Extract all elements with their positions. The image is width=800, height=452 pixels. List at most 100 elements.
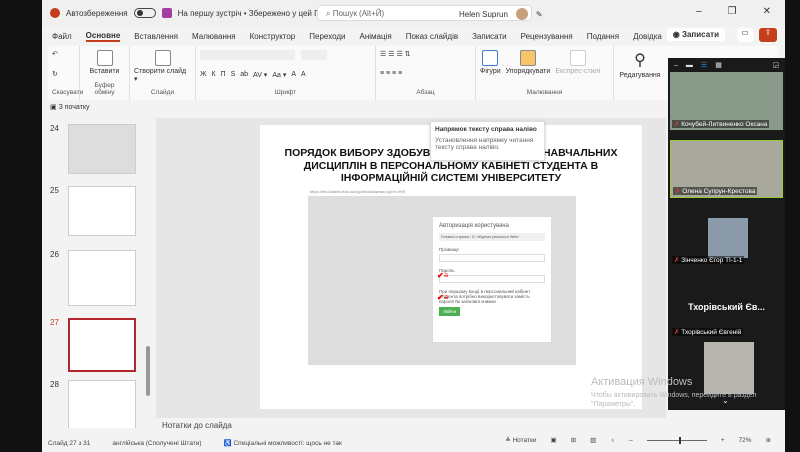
font-name-select[interactable] (200, 50, 295, 60)
tab-review[interactable]: Рецензування (521, 32, 573, 41)
change-case-button[interactable]: Aa ▾ (272, 71, 286, 79)
language-indicator[interactable]: англійська (Сполучені Штати) (112, 440, 201, 447)
accessibility-icon: ♿ (223, 440, 234, 447)
participant-video[interactable]: Кочубей-Литвиненко Оксана (670, 72, 783, 130)
notes-button[interactable]: ≜ Нотатки (505, 436, 536, 444)
slides-group-label: Слайди (150, 89, 175, 96)
tab-view[interactable]: Подання (587, 32, 619, 41)
current-slide[interactable]: ПОРЯДОК ВИБОРУ ЗДОБУВАЧАМИ ВИБІРКОВИХ НА… (260, 125, 642, 409)
notes-pane[interactable]: Нотатки до слайда (156, 420, 781, 432)
screenshot-url: https://ntu.kharkiv.edu.ua/cgi-bin/class… (308, 187, 576, 196)
tab-record[interactable]: Записати (472, 32, 507, 41)
tab-help[interactable]: Довідка (633, 32, 662, 41)
tooltip-body: Установлення напрямку читання тексту спр… (435, 137, 534, 151)
single-video-icon[interactable]: ▬ (686, 62, 693, 69)
tab-animations[interactable]: Анімація (360, 32, 392, 41)
tab-home[interactable]: Основне (85, 31, 121, 42)
participant-video[interactable]: Тхорівський Євгеній (670, 318, 783, 338)
slide-thumbnail[interactable]: 25 (50, 186, 136, 236)
paste-button[interactable]: Вставити (84, 50, 125, 75)
underline-button[interactable]: П (221, 71, 226, 78)
slideshow-icon: ▣ (50, 104, 59, 111)
highlight-button[interactable]: A (291, 71, 296, 78)
record-button[interactable]: ◉ Записати (666, 28, 725, 41)
thumbnail-scrollbar[interactable] (146, 346, 150, 396)
save-icon[interactable] (161, 8, 172, 18)
editing-button[interactable]: ⚲ Редагування (615, 50, 665, 79)
document-title[interactable]: На першу зустріч • Збережено у цей ПК ⌄ (178, 9, 334, 18)
user-account[interactable]: Helen Suprun ✎ (459, 8, 543, 20)
redo-icon[interactable]: ↻ (52, 70, 58, 78)
font-color-button[interactable]: A (301, 71, 306, 78)
font-group-label: Шрифт (274, 89, 297, 96)
search-placeholder: Пошук (Alt+Й) (332, 9, 385, 18)
fit-to-window-icon[interactable]: ⊕ (766, 436, 771, 444)
slide-sorter-icon[interactable]: ⊞ (571, 436, 576, 444)
spacing-button[interactable]: AV ▾ (253, 71, 267, 79)
tab-file[interactable]: Файл (52, 32, 72, 41)
pen-icon[interactable]: ✎ (536, 10, 543, 19)
reading-view-icon[interactable]: ▥ (590, 436, 596, 444)
from-beginning-button[interactable]: ▣ З початку (50, 103, 90, 111)
close-icon[interactable]: ✕ (763, 6, 771, 17)
search-icon: ⌕ (326, 9, 333, 18)
tab-transitions[interactable]: Переходи (309, 32, 345, 41)
participant-name: Зінченко Єгор ТІ-1-1 (672, 256, 745, 264)
zoom-out-icon[interactable]: – (629, 437, 633, 444)
quick-styles-button[interactable]: Експрес-стилі (555, 50, 600, 75)
shapes-icon (482, 50, 499, 66)
new-slide-button[interactable]: Створити слайд ▾ (134, 50, 191, 83)
arrange-button[interactable]: Упорядкувати (506, 50, 550, 75)
minimize-icon[interactable]: – (696, 6, 702, 17)
password-field-image (439, 275, 545, 283)
zoom-slider[interactable] (646, 436, 707, 444)
slide-thumbnails-pane: 24 25 26 27 28 (42, 118, 154, 428)
participant-name: Кочубей-Литвиненко Оксана (672, 120, 770, 128)
undo-icon[interactable]: ↶ (52, 50, 58, 58)
italic-button[interactable]: К (211, 71, 215, 78)
zoom-level[interactable]: 72% (739, 437, 752, 444)
tab-slideshow[interactable]: Показ слайдів (406, 32, 458, 41)
autosave-toggle[interactable] (133, 8, 156, 18)
paste-label: Вставити (89, 68, 120, 75)
arrange-icon (519, 50, 536, 66)
accessibility-status[interactable]: ♿ Спеціальні можливості: щось не так (224, 439, 342, 447)
shadow-button[interactable]: ab (240, 71, 248, 78)
clipboard-group-label: Буфер обміну (94, 82, 115, 96)
normal-view-icon[interactable]: ▣ (550, 436, 556, 444)
align-icons[interactable]: ≡ ≡ ≡ ≡ (380, 70, 471, 77)
zoom-in-icon[interactable]: + (721, 437, 725, 444)
comments-icon[interactable]: ▭ (737, 28, 753, 42)
minimize-video-icon[interactable]: – (674, 62, 678, 69)
tab-draw[interactable]: Малювання (192, 32, 236, 41)
restore-icon[interactable]: ❐ (728, 6, 737, 17)
participant-video-active[interactable]: Олена Супрун-Крестова (670, 140, 783, 198)
find-icon: ⚲ (634, 52, 646, 69)
bold-button[interactable]: Ж (200, 71, 206, 78)
list-icons[interactable]: ☰ ☰ ☰ ⇅ (380, 50, 471, 58)
surname-field-image (439, 254, 545, 262)
slideshow-view-icon[interactable]: ♁ (610, 437, 615, 444)
tab-design[interactable]: Конструктор (250, 32, 296, 41)
auth-hint: При першому вході в персональний кабінет… (439, 289, 531, 304)
slide-thumbnail-selected[interactable]: 27 (50, 318, 136, 372)
tab-insert[interactable]: Вставлення (134, 32, 178, 41)
slide-thumbnail[interactable]: 24 (50, 124, 136, 174)
participant-video[interactable]: Зінченко Єгор ТІ-1-1 (670, 208, 783, 266)
participant-video[interactable] (704, 342, 754, 394)
font-size-select[interactable] (301, 50, 327, 60)
slide-thumbnail[interactable]: 26 (50, 250, 136, 306)
shapes-button[interactable]: Фігури (480, 50, 501, 75)
user-name: Helen Suprun (459, 9, 508, 19)
slide-counter: Слайд 27 з 31 (48, 439, 91, 447)
participant-photo (708, 218, 748, 258)
slide-thumbnail[interactable]: 28 (50, 380, 136, 428)
from-beginning-label: З початку (58, 104, 90, 111)
share-icon[interactable]: ⇪ (759, 28, 777, 42)
participant-name: Олена Супрун-Крестова (673, 187, 758, 195)
gallery-view-icon[interactable]: ▦ (715, 61, 722, 69)
strikethrough-button[interactable]: S (231, 71, 236, 78)
exit-panel-icon[interactable]: ◲ (772, 61, 779, 69)
checkmark-icon: ✔≡ (437, 293, 449, 302)
speaker-view-icon[interactable]: ☰ (701, 61, 707, 69)
